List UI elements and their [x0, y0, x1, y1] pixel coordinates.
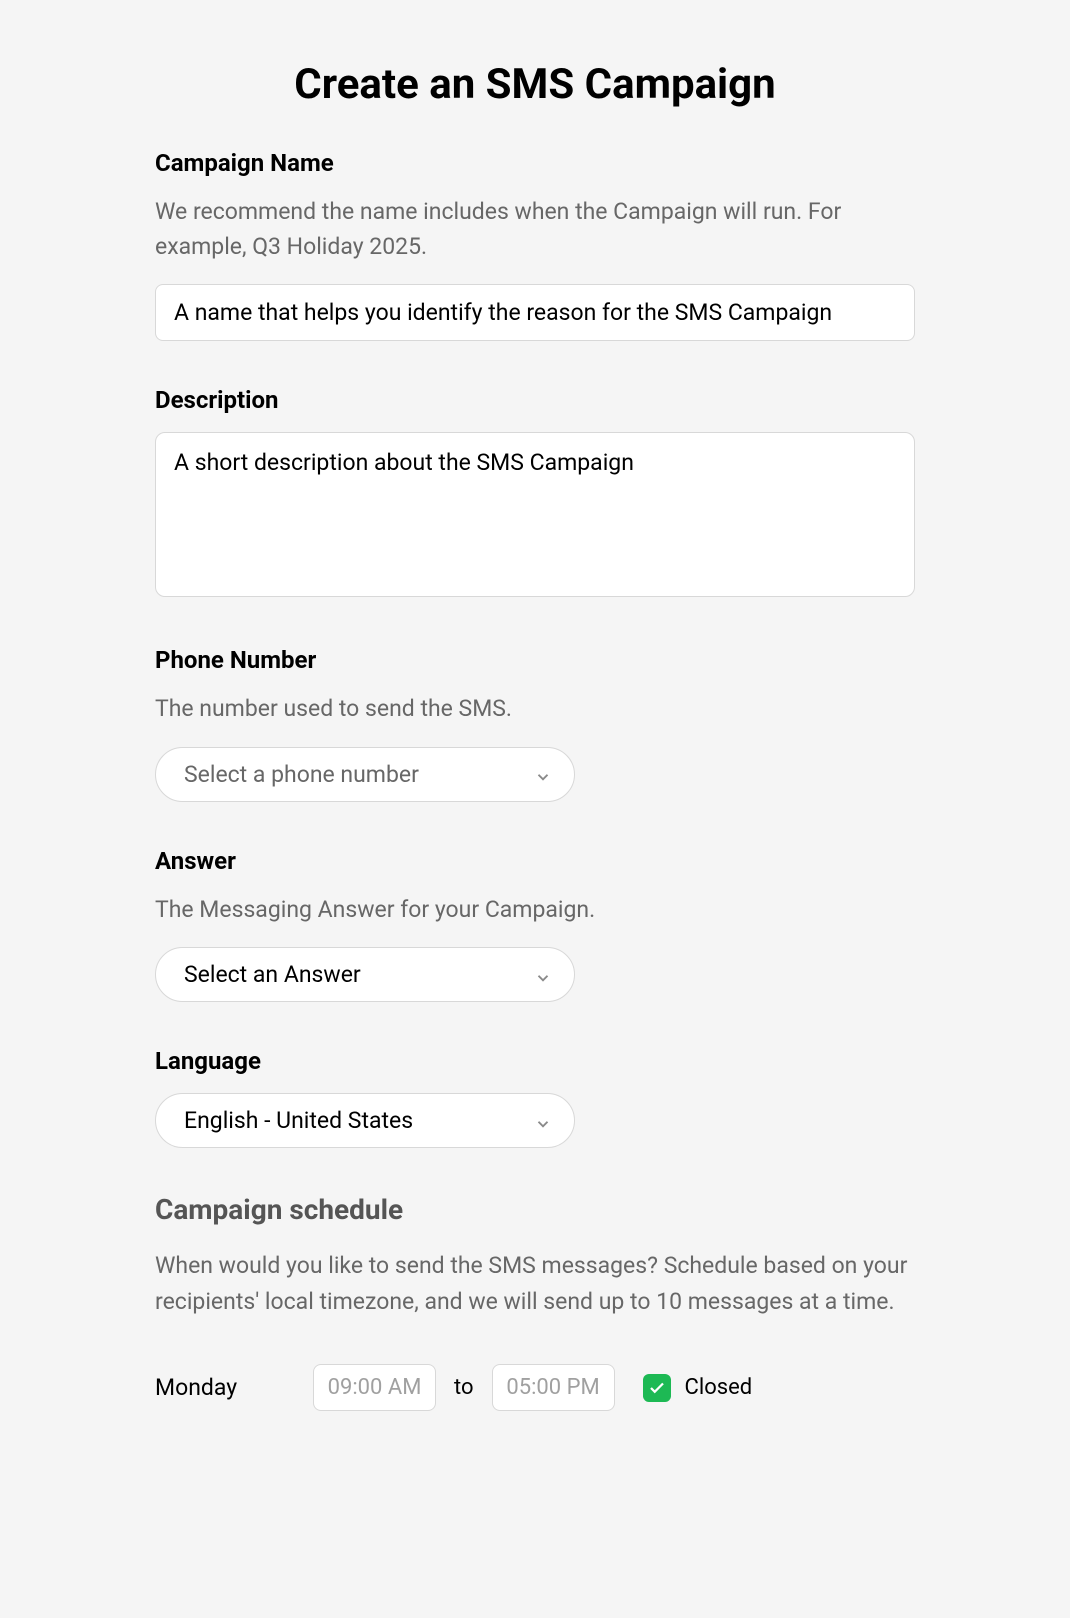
schedule-to-label: to: [454, 1375, 474, 1400]
chevron-down-icon: [534, 1112, 552, 1130]
answer-group: Answer The Messaging Answer for your Cam…: [155, 847, 915, 1003]
answer-label: Answer: [155, 847, 915, 875]
answer-select-text: Select an Answer: [184, 961, 361, 988]
schedule-heading: Campaign schedule: [155, 1193, 915, 1226]
answer-select[interactable]: Select an Answer: [155, 947, 575, 1002]
closed-checkbox[interactable]: [643, 1374, 671, 1402]
description-group: Description: [155, 386, 915, 601]
schedule-row-monday: Monday to Closed: [155, 1364, 915, 1411]
phone-number-group: Phone Number The number used to send the…: [155, 646, 915, 802]
campaign-name-hint: We recommend the name includes when the …: [155, 195, 915, 264]
phone-number-select[interactable]: Select a phone number: [155, 747, 575, 802]
closed-checkbox-wrapper: Closed: [643, 1374, 753, 1402]
schedule-to-input[interactable]: [492, 1364, 615, 1411]
description-label: Description: [155, 386, 915, 414]
closed-label: Closed: [685, 1375, 753, 1400]
chevron-down-icon: [534, 966, 552, 984]
campaign-name-input[interactable]: [155, 284, 915, 341]
schedule-from-input[interactable]: [313, 1364, 436, 1411]
page-title: Create an SMS Campaign: [155, 60, 915, 109]
language-select-text: English - United States: [184, 1107, 413, 1134]
phone-number-select-text: Select a phone number: [184, 761, 419, 788]
campaign-name-group: Campaign Name We recommend the name incl…: [155, 149, 915, 341]
description-textarea[interactable]: [155, 432, 915, 597]
phone-number-hint: The number used to send the SMS.: [155, 692, 915, 727]
language-group: Language English - United States: [155, 1047, 915, 1148]
language-label: Language: [155, 1047, 915, 1075]
schedule-description: When would you like to send the SMS mess…: [155, 1248, 915, 1319]
phone-number-label: Phone Number: [155, 646, 915, 674]
campaign-name-label: Campaign Name: [155, 149, 915, 177]
schedule-day-label: Monday: [155, 1374, 295, 1401]
chevron-down-icon: [534, 765, 552, 783]
language-select[interactable]: English - United States: [155, 1093, 575, 1148]
answer-hint: The Messaging Answer for your Campaign.: [155, 893, 915, 928]
